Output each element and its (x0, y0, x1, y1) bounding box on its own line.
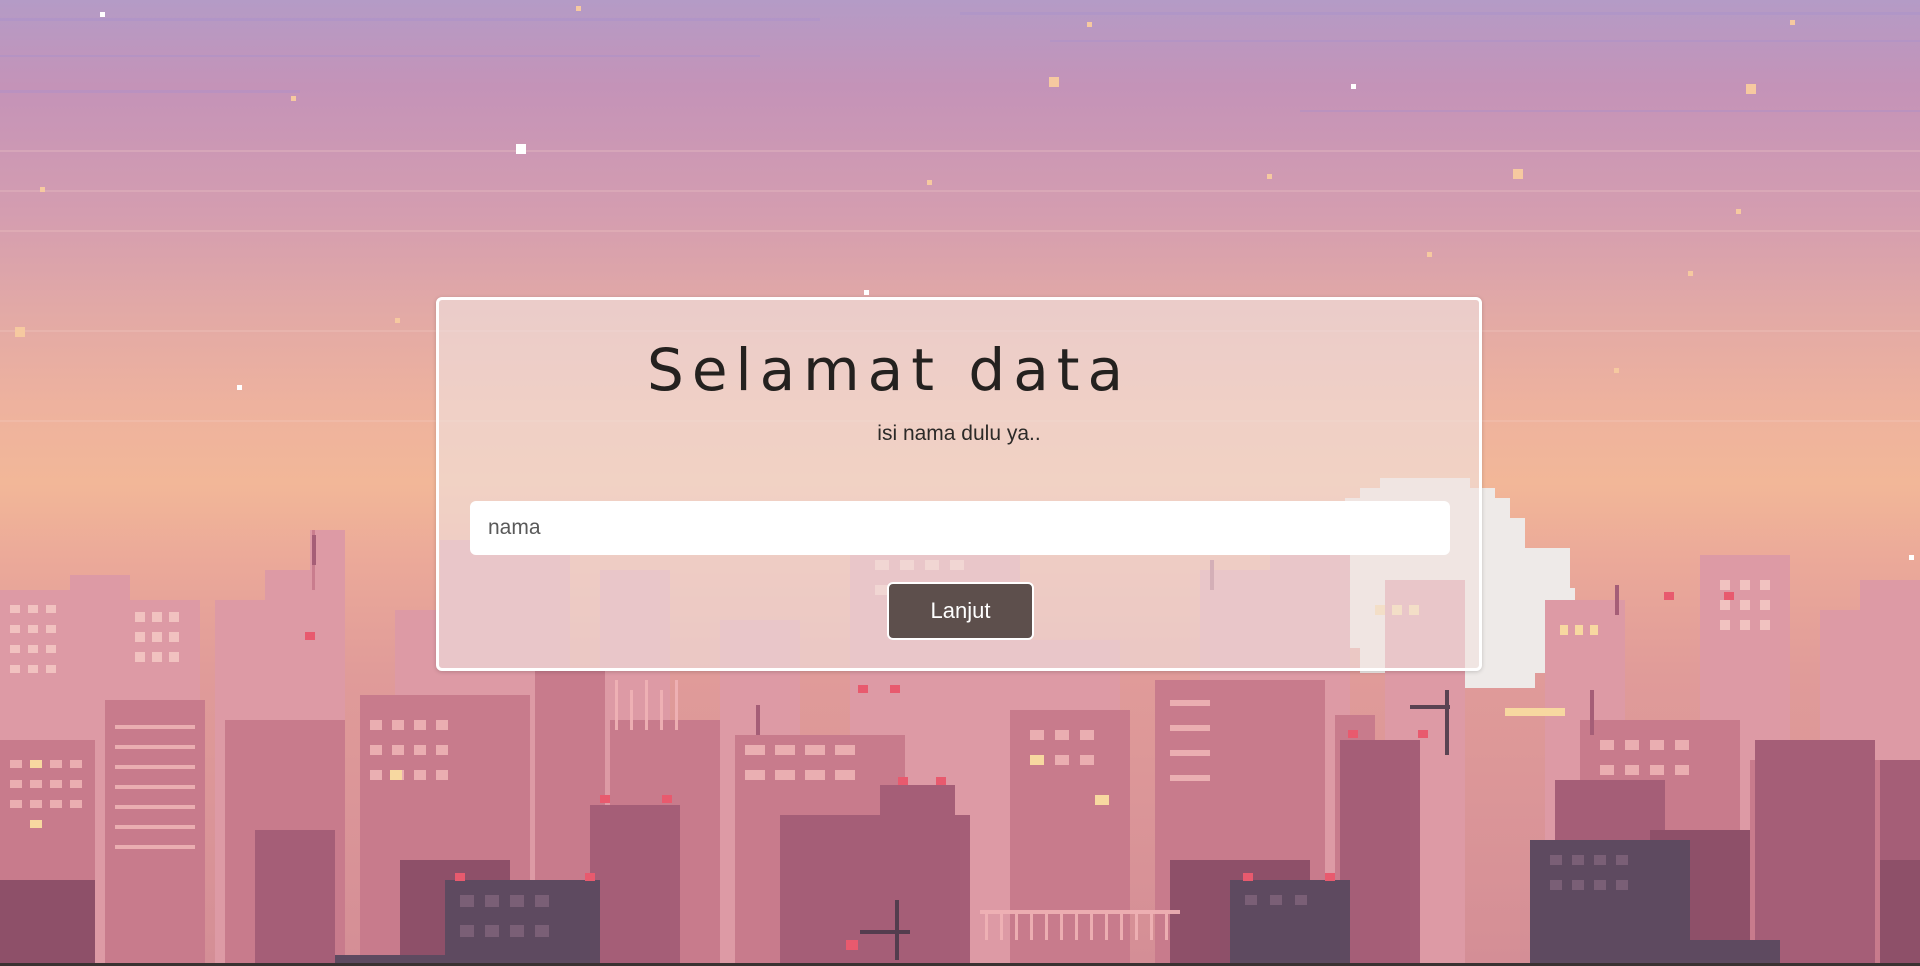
name-input[interactable] (470, 501, 1450, 555)
page-title: Selamat data (647, 336, 1132, 404)
welcome-card: Selamat data isi nama dulu ya.. Lanjut (436, 297, 1482, 671)
lanjut-button[interactable]: Lanjut (887, 582, 1034, 640)
subtitle: isi nama dulu ya.. (877, 422, 1041, 445)
